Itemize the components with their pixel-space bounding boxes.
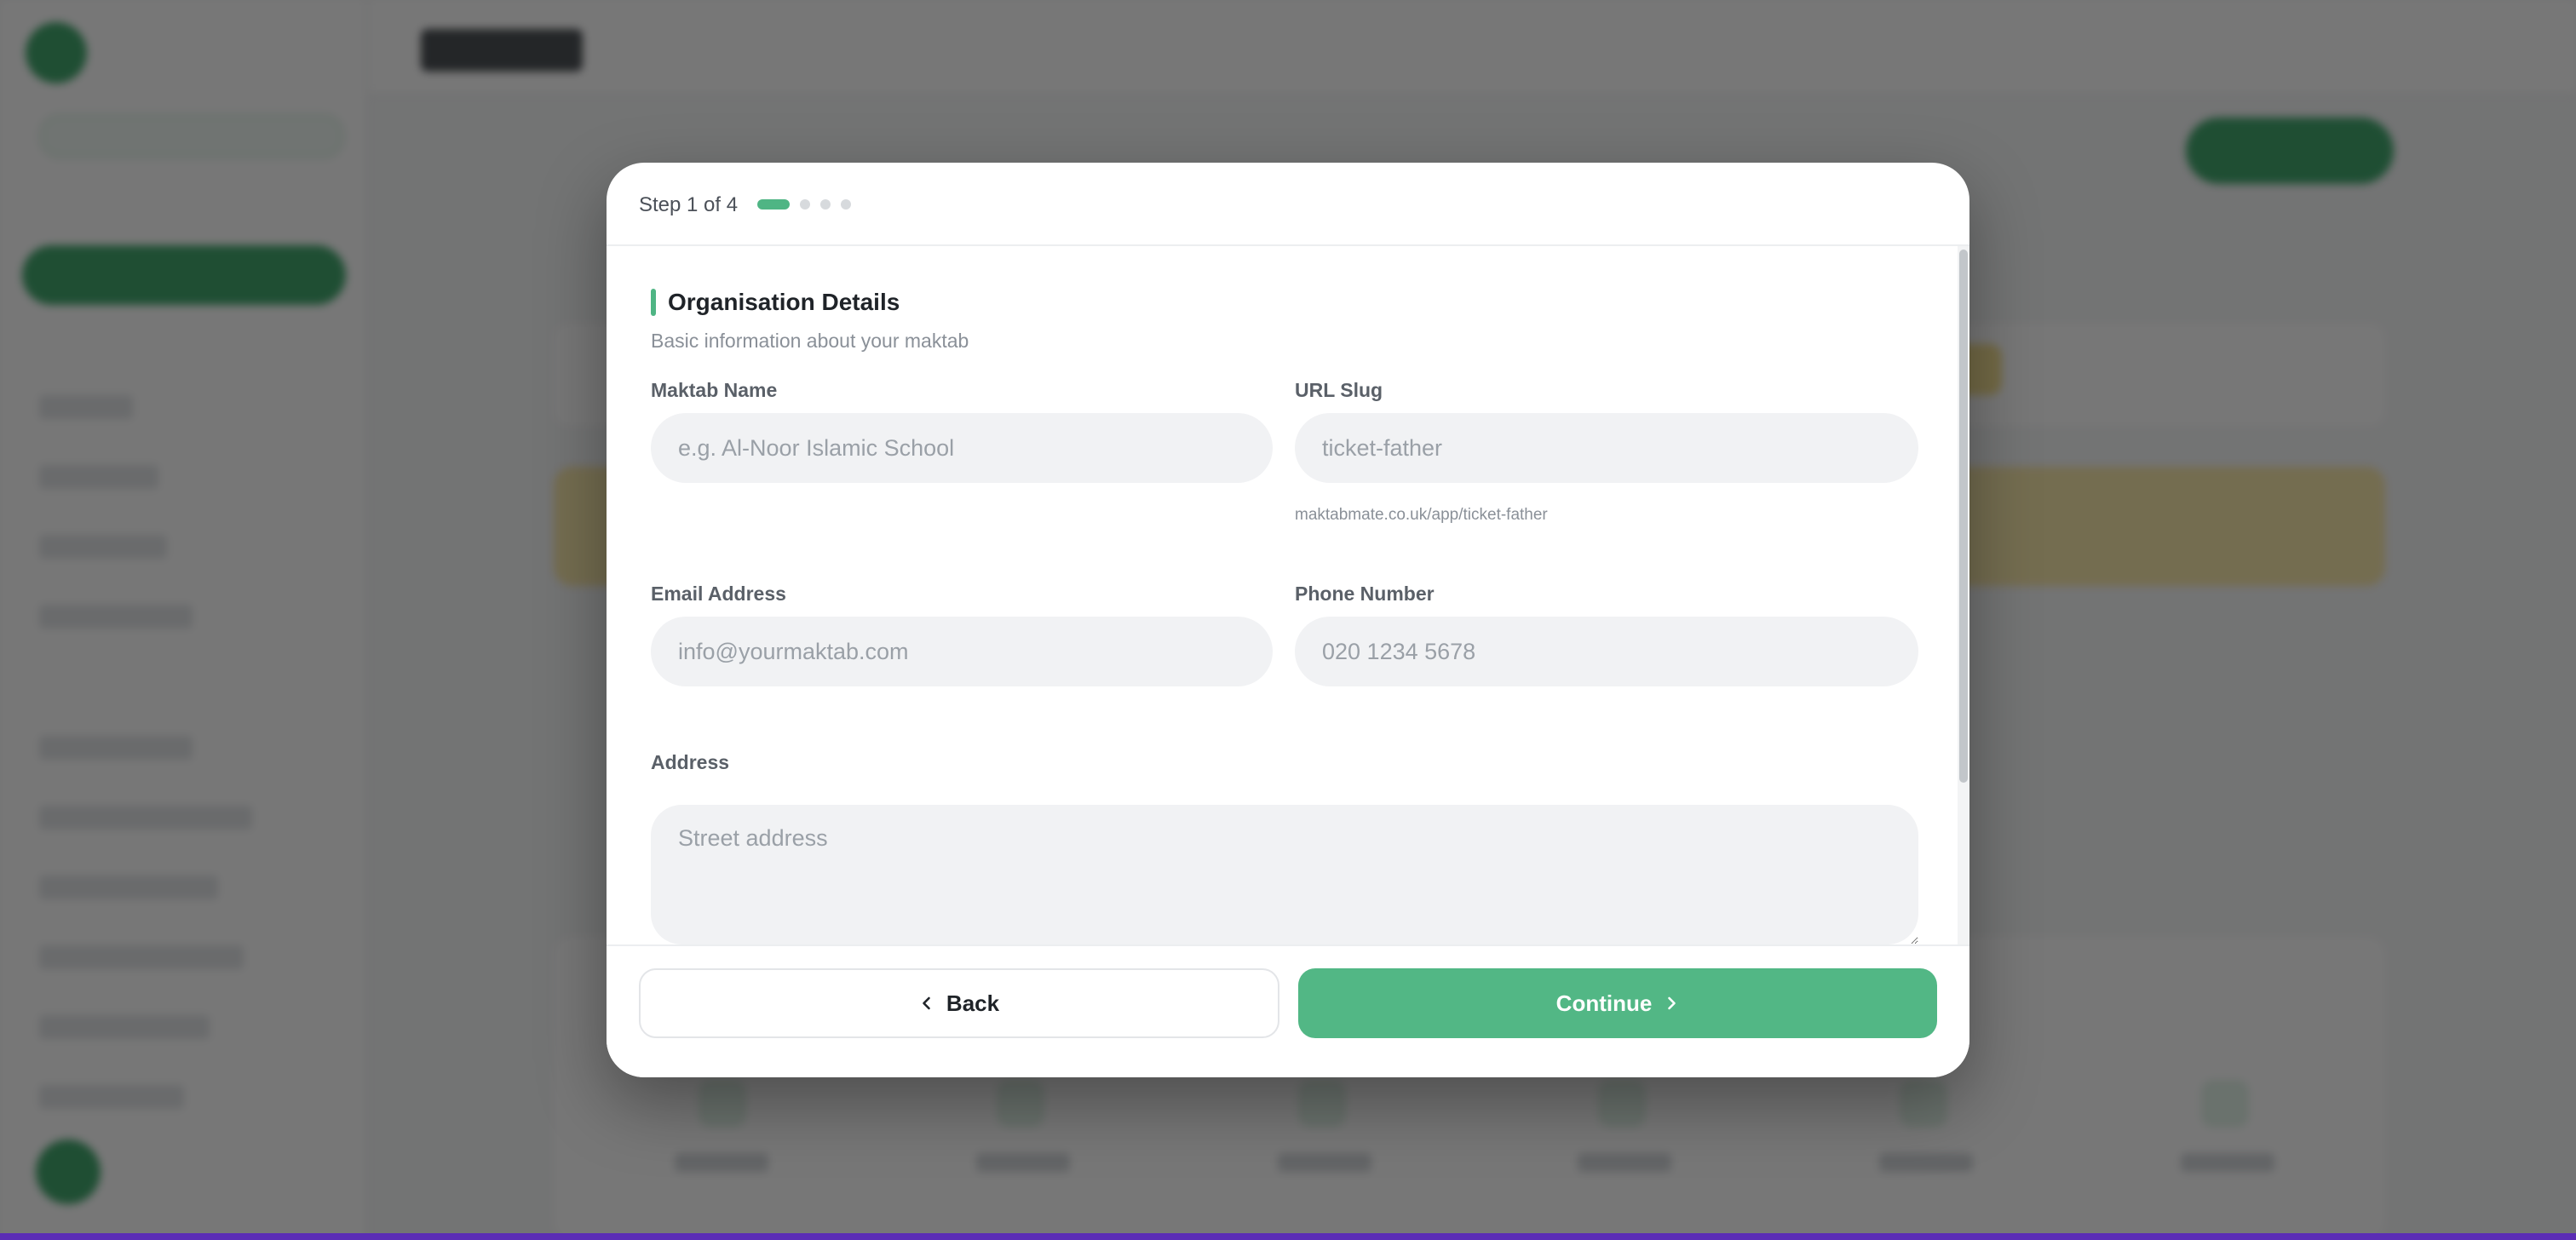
modal-footer: Back Continue [607,944,1969,1077]
chevron-left-icon [919,996,934,1011]
address-label: Address [651,751,730,773]
back-button-label: Back [946,990,1000,1016]
section-title: Organisation Details [668,289,900,315]
modal-scrollbar-track[interactable] [1958,246,1969,944]
maktab-name-input[interactable] [651,413,1273,483]
step-dot [820,199,831,210]
step-dot-active [757,199,790,210]
step-dot [800,199,810,210]
chevron-right-icon [1664,996,1679,1011]
address-textarea[interactable] [651,805,1918,944]
back-button[interactable]: Back [639,968,1279,1038]
maktab-name-label: Maktab Name [651,379,778,401]
modal-body: Organisation Details Basic information a… [607,246,1969,944]
section-subtitle: Basic information about your maktab [651,330,969,352]
phone-field[interactable] [1295,617,1918,686]
onboarding-modal: Step 1 of 4 Organisation Details Basic i… [607,163,1969,1077]
url-slug-hint: maktabmate.co.uk/app/ticket-father [1295,506,1548,524]
window-edge [0,1233,2576,1240]
step-dot [841,199,851,210]
email-field[interactable] [651,617,1273,686]
modal-header: Step 1 of 4 [607,163,1969,246]
url-slug-input[interactable] [1295,413,1918,483]
continue-button-label: Continue [1555,990,1653,1016]
step-indicator-label: Step 1 of 4 [639,193,739,216]
modal-scrollbar-thumb[interactable] [1959,250,1968,783]
step-progress-dots [757,199,851,210]
phone-label: Phone Number [1295,583,1435,605]
section-heading: Organisation Details [651,289,900,316]
section-accent-bar [651,289,656,316]
url-slug-label: URL Slug [1295,379,1383,401]
email-label: Email Address [651,583,786,605]
continue-button[interactable]: Continue [1298,968,1937,1038]
